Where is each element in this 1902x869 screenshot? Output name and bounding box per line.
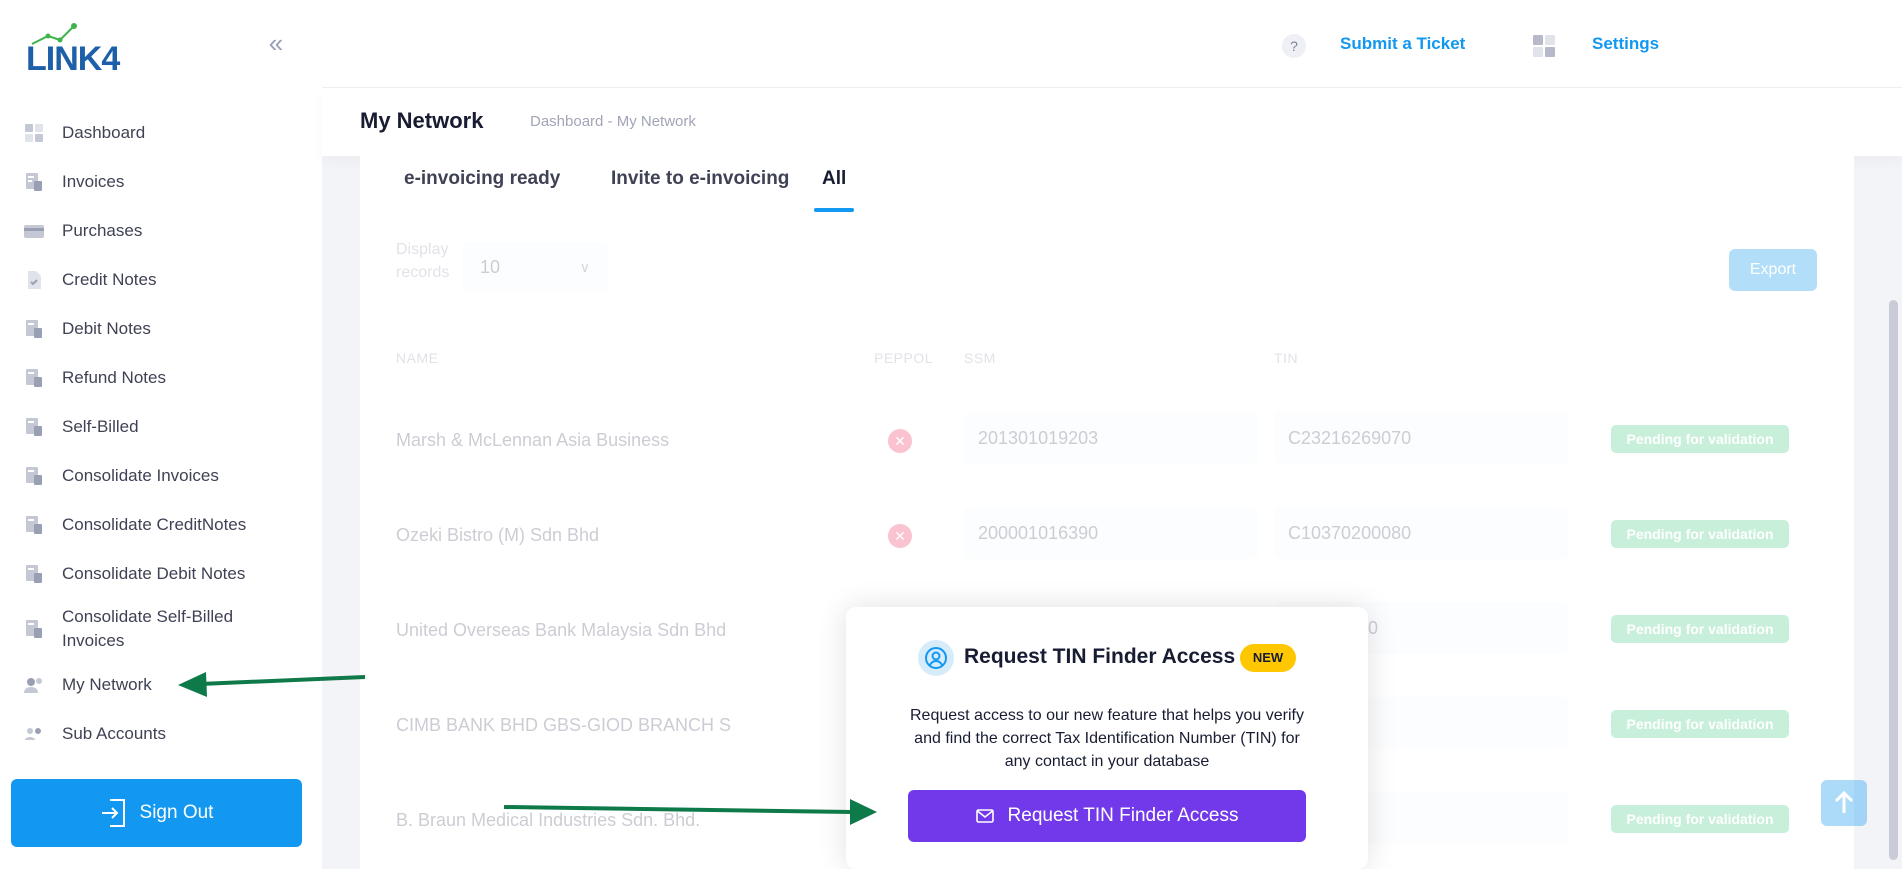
column-header-name: NAME <box>396 350 439 366</box>
document-icon <box>26 368 42 387</box>
sidebar-item-label: Debit Notes <box>62 318 151 338</box>
display-records-value: 10 <box>480 257 501 277</box>
sidebar-item-debit-notes[interactable]: Debit Notes <box>0 304 322 353</box>
top-header: ? Submit a Ticket Settings <box>322 0 1902 88</box>
display-records-select[interactable]: 10 ∨ <box>462 242 608 292</box>
column-header-peppol: PEPPOL <box>874 350 934 366</box>
dashboard-icon <box>25 123 43 142</box>
settings-link[interactable]: Settings <box>1592 34 1659 54</box>
sidebar-item-my-network[interactable]: My Network <box>0 660 322 709</box>
sidebar-item-label: Sub Accounts <box>62 723 166 741</box>
tab-all[interactable]: All <box>822 168 846 190</box>
sidebar-item-refund-notes[interactable]: Refund Notes <box>0 353 322 402</box>
table-row: Ozeki Bistro (M) Sdn Bhd ✕ 200001016390 … <box>360 507 1854 565</box>
active-tab-indicator <box>814 208 854 212</box>
status-badge: Pending for validation <box>1611 425 1789 453</box>
new-badge: NEW <box>1240 644 1296 672</box>
tab-invite-to-e-invoicing[interactable]: Invite to e-invoicing <box>611 168 789 190</box>
contact-name: Marsh & McLennan Asia Business <box>396 430 670 450</box>
help-icon[interactable]: ? <box>1282 34 1306 58</box>
document-icon <box>26 466 42 485</box>
popup-title: Request TIN Finder Access <box>964 645 1236 668</box>
chevron-down-icon: ∨ <box>579 259 590 275</box>
document-icon <box>26 319 42 338</box>
sidebar-item-label: Consolidate Self-Billed Invoices <box>62 607 234 650</box>
sidebar-item-label: Consolidate CreditNotes <box>62 514 247 534</box>
contact-name: CIMB BANK BHD GBS-GIOD BRANCH S <box>396 715 732 735</box>
sidebar-item-label: Credit Notes <box>62 269 157 289</box>
status-badge: Pending for validation <box>1611 805 1789 833</box>
document-icon <box>26 564 42 583</box>
sidebar-nav: Dashboard Invoices Purchases Credit Note… <box>0 108 322 740</box>
sidebar-item-self-billed[interactable]: Self-Billed <box>0 402 322 451</box>
arrow-up-icon <box>1834 790 1854 813</box>
user-search-icon <box>918 640 954 676</box>
status-badge: Pending for validation <box>1611 615 1789 643</box>
document-icon <box>26 515 42 534</box>
tin-field[interactable]: C10370200080 <box>1274 507 1568 559</box>
popup-description: Request access to our new feature that h… <box>910 707 1304 770</box>
tin-field[interactable]: C23216269070 <box>1274 412 1568 464</box>
sidebar-item-label: Consolidate Invoices <box>62 465 219 485</box>
apps-grid-icon[interactable] <box>1532 34 1556 58</box>
contact-name: United Overseas Bank Malaysia Sdn Bhd <box>396 620 727 640</box>
document-icon <box>26 172 42 191</box>
ssm-field[interactable]: 200001016390 <box>964 507 1258 559</box>
close-circle-icon: ✕ <box>888 524 912 548</box>
request-tin-finder-button[interactable]: Request TIN Finder Access <box>908 790 1306 842</box>
page-scrollbar[interactable] <box>1889 300 1898 860</box>
tin-finder-popup: Request TIN Finder Access NEW Request ac… <box>846 607 1368 869</box>
sidebar-item-credit-notes[interactable]: Credit Notes <box>0 255 322 304</box>
display-records-label: Display records <box>396 241 450 281</box>
sign-in-icon <box>101 799 125 827</box>
ssm-field[interactable]: 201301019203 <box>964 412 1258 464</box>
sidebar-item-label: Invoices <box>62 171 125 191</box>
document-icon <box>26 417 42 436</box>
table-row: Marsh & McLennan Asia Business ✕ 2013010… <box>360 412 1854 470</box>
sidebar-item-label: My Network <box>62 674 152 694</box>
column-header-ssm: SSM <box>964 350 996 366</box>
submit-ticket-link[interactable]: Submit a Ticket <box>1340 34 1465 54</box>
logo-text: LINK4 <box>26 40 120 78</box>
credit-card-icon <box>24 224 44 238</box>
contact-name: B. Braun Medical Industries Sdn. Bhd. <box>396 810 701 830</box>
sidebar-item-label: Refund Notes <box>62 367 166 387</box>
collapse-sidebar-button[interactable]: « <box>263 30 289 58</box>
request-tin-finder-label: Request TIN Finder Access <box>1007 805 1239 826</box>
mail-icon <box>975 809 994 823</box>
sidebar-item-label: Dashboard <box>62 122 146 142</box>
document-icon <box>26 620 42 638</box>
sidebar-item-consolidate-debit-notes[interactable]: Consolidate Debit Notes <box>0 549 322 598</box>
sidebar-item-label: Purchases <box>62 220 143 240</box>
contact-name: Ozeki Bistro (M) Sdn Bhd <box>396 525 600 545</box>
sidebar-item-purchases[interactable]: Purchases <box>0 206 322 255</box>
tab-e-invoicing-ready[interactable]: e-invoicing ready <box>404 168 560 190</box>
sidebar-item-invoices[interactable]: Invoices <box>0 157 322 206</box>
page-header: My Network Dashboard - My Network <box>322 88 1902 156</box>
sidebar-item-label: Consolidate Debit Notes <box>62 563 246 583</box>
export-button[interactable]: Export <box>1729 249 1817 291</box>
sidebar-item-dashboard[interactable]: Dashboard <box>0 108 322 157</box>
sidebar: LINK4 « Dashboard Invoices Purchases Cre… <box>0 0 322 869</box>
sign-out-label: Sign Out <box>139 802 214 823</box>
sidebar-item-sub-accounts[interactable]: Sub Accounts <box>0 709 322 740</box>
sidebar-item-consolidate-invoices[interactable]: Consolidate Invoices <box>0 451 322 500</box>
file-check-icon <box>28 270 41 289</box>
logo[interactable]: LINK4 <box>26 22 126 78</box>
sidebar-item-consolidate-self-billed-invoices[interactable]: Consolidate Self-Billed Invoices <box>0 598 322 660</box>
breadcrumb[interactable]: Dashboard - My Network <box>516 113 696 130</box>
users-icon <box>24 727 41 740</box>
sidebar-item-consolidate-creditnotes[interactable]: Consolidate CreditNotes <box>0 500 322 549</box>
page-title: My Network <box>360 108 484 133</box>
status-badge: Pending for validation <box>1611 520 1789 548</box>
column-header-tin: TIN <box>1274 350 1299 366</box>
close-circle-icon: ✕ <box>888 429 912 453</box>
scroll-to-top-button[interactable] <box>1821 780 1867 826</box>
network-icon <box>24 677 42 693</box>
sidebar-item-label: Self-Billed <box>62 416 139 436</box>
sign-out-button[interactable]: Sign Out <box>11 779 302 847</box>
status-badge: Pending for validation <box>1611 710 1789 738</box>
